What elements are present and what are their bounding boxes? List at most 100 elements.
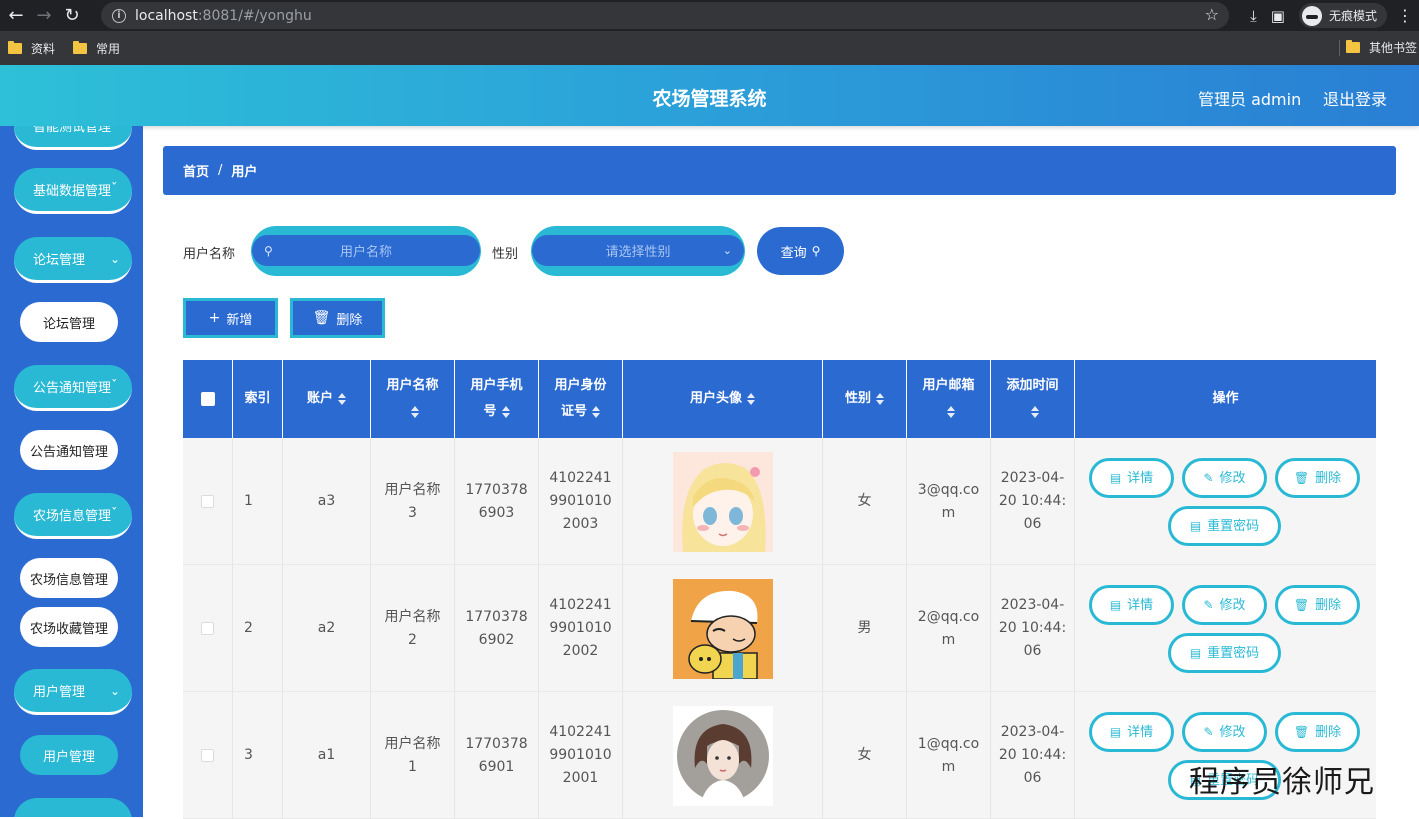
sort-icon[interactable] <box>1030 405 1039 418</box>
tab-search-icon[interactable]: ▣ <box>1271 7 1285 25</box>
sort-icon[interactable] <box>876 393 884 405</box>
folder-icon <box>1346 40 1360 53</box>
sidebar-group-farm[interactable]: 农场信息管理 ˇ <box>14 493 132 539</box>
browser-menu-icon[interactable]: ⋮ <box>1397 6 1413 25</box>
sidebar-group-notice[interactable]: 公告通知管理 ˇ <box>14 365 132 411</box>
row-select[interactable] <box>183 565 233 692</box>
reload-icon[interactable]: ↻ <box>60 4 84 28</box>
search-icon: ⚲ <box>811 244 821 258</box>
breadcrumb-separator: / <box>218 163 223 178</box>
sidebar-group-partial[interactable]: 智能测试管理 <box>14 126 132 150</box>
breadcrumb-home[interactable]: 首页 <box>183 161 209 180</box>
reset-password-button[interactable]: ▤ 重置密码 <box>1168 633 1281 673</box>
detail-button[interactable]: ▤ 详情 <box>1089 712 1174 752</box>
row-select[interactable] <box>183 438 233 565</box>
folder-icon <box>8 40 22 54</box>
cell-email: 3@qq.co m <box>907 438 991 565</box>
sidebar: 智能测试管理 基础数据管理 ˇ 论坛管理 ⌄ 论坛管理 公告通知管理 ˇ 公告通知管理… <box>0 126 143 817</box>
search-button[interactable]: 查询 ⚲ <box>757 227 844 275</box>
sort-icon[interactable] <box>410 405 419 418</box>
row-checkbox[interactable] <box>201 622 214 635</box>
download-icon[interactable]: ⤓ <box>1250 7 1257 25</box>
delete-button[interactable]: 🗑 删除 <box>1275 458 1360 498</box>
header-name[interactable]: 用户名称 <box>371 360 455 438</box>
header-account[interactable]: 账户 <box>283 360 371 438</box>
cell-idcard: 4102241 9901010 2001 <box>539 692 623 819</box>
row-checkbox[interactable] <box>201 495 214 508</box>
cell-name: 用户名称 2 <box>371 565 455 692</box>
sidebar-group-next[interactable] <box>14 798 132 817</box>
breadcrumb-current: 用户 <box>231 165 258 180</box>
header-phone[interactable]: 用户手机号 <box>455 360 539 438</box>
address-bar[interactable]: i localhost:8081/#/yonghu ☆ <box>101 2 1229 29</box>
edit-button[interactable]: ✎ 修改 <box>1182 458 1267 498</box>
username-search-input[interactable]: ⚲ 用户名称 <box>251 226 481 276</box>
sidebar-item-users[interactable]: 用户管理 <box>20 735 118 775</box>
header-select-all[interactable] <box>183 360 233 438</box>
edit-button[interactable]: ✎ 修改 <box>1182 712 1267 752</box>
avatar-image[interactable] <box>672 578 773 679</box>
cell-index: 1 <box>233 438 283 565</box>
incognito-badge[interactable]: 无痕模式 <box>1298 3 1387 28</box>
header-avatar[interactable]: 用户头像 <box>623 360 823 438</box>
cell-account: a3 <box>283 438 371 565</box>
cell-avatar <box>623 565 823 692</box>
site-info-icon[interactable]: i <box>112 8 126 23</box>
gender-select[interactable]: 请选择性别 ⌄ <box>531 226 745 276</box>
sidebar-item-farm-favorites[interactable]: 农场收藏管理 <box>20 607 118 647</box>
edit-button[interactable]: ✎ 修改 <box>1182 585 1267 625</box>
cell-avatar <box>623 438 823 565</box>
document-icon: ▤ <box>1109 597 1122 612</box>
detail-button[interactable]: ▤ 详情 <box>1089 458 1174 498</box>
trash-icon: 🗑 <box>312 310 331 326</box>
bookmark-folder[interactable]: 常用 <box>73 40 120 57</box>
search-icon: ⚲ <box>264 243 273 258</box>
avatar-image[interactable] <box>672 705 773 806</box>
sidebar-item-forum[interactable]: 论坛管理 <box>20 302 118 342</box>
add-button[interactable]: + 新增 <box>183 298 278 338</box>
sort-icon[interactable] <box>501 405 510 418</box>
select-all-checkbox[interactable] <box>200 392 215 406</box>
cell-email: 2@qq.co m <box>907 565 991 692</box>
sidebar-group-forum[interactable]: 论坛管理 ⌄ <box>14 237 132 283</box>
header-gender[interactable]: 性别 <box>823 360 907 438</box>
header-time[interactable]: 添加时间 <box>991 360 1075 438</box>
reset-password-button[interactable]: ▤ 重置密码 <box>1168 506 1281 546</box>
sidebar-group-base-data[interactable]: 基础数据管理 ˇ <box>14 168 132 214</box>
other-bookmarks[interactable]: 其他书签 <box>1346 39 1417 56</box>
edit-icon: ✎ <box>1203 597 1214 612</box>
sort-icon[interactable] <box>592 405 600 418</box>
trash-icon: 🗑 <box>1293 724 1310 739</box>
row-select[interactable] <box>183 692 233 819</box>
username-label: 用户名称 <box>183 247 236 262</box>
cell-gender: 男 <box>823 565 907 692</box>
sidebar-item-notice[interactable]: 公告通知管理 <box>20 430 118 470</box>
detail-button[interactable]: ▤ 详情 <box>1089 585 1174 625</box>
bookmark-star-icon[interactable]: ☆ <box>1205 5 1219 24</box>
avatar-image[interactable] <box>672 451 773 552</box>
sidebar-group-users[interactable]: 用户管理 ⌄ <box>14 669 132 715</box>
sort-icon[interactable] <box>338 393 346 405</box>
back-icon[interactable]: ← <box>4 4 28 28</box>
forward-icon[interactable]: → <box>32 4 56 28</box>
sort-icon[interactable] <box>747 393 755 405</box>
delete-button[interactable]: 🗑 删除 <box>1275 585 1360 625</box>
table-header: 索引 账户 用户名称 用户手机号 用户身份 证号 用户头像 性别 用户邮箱 添加时… <box>183 360 1376 438</box>
header-idcard[interactable]: 用户身份 证号 <box>539 360 623 438</box>
sort-icon[interactable] <box>946 405 955 418</box>
cell-phone: 1770378 6901 <box>455 692 539 819</box>
bookmark-folder[interactable]: 资料 <box>8 40 55 57</box>
document-icon: ▤ <box>1109 470 1122 485</box>
cell-idcard: 4102241 9901010 2002 <box>539 565 623 692</box>
header-email[interactable]: 用户邮箱 <box>907 360 991 438</box>
batch-delete-button[interactable]: 🗑 删除 <box>290 298 385 338</box>
header-ops: 操作 <box>1212 391 1239 406</box>
chevron-down-icon: ⌄ <box>109 683 120 698</box>
sidebar-item-farm-info[interactable]: 农场信息管理 <box>20 558 118 598</box>
row-checkbox[interactable] <box>201 749 214 762</box>
delete-button[interactable]: 🗑 删除 <box>1275 712 1360 752</box>
cell-time: 2023-04- 20 10:44: 06 <box>991 565 1075 692</box>
logout-link[interactable]: 退出登录 <box>1323 86 1387 110</box>
browser-toolbar: ← → ↻ i localhost:8081/#/yonghu ☆ ⤓ ▣ 无痕… <box>0 0 1419 31</box>
breadcrumb: 首页 / 用户 <box>163 146 1396 195</box>
